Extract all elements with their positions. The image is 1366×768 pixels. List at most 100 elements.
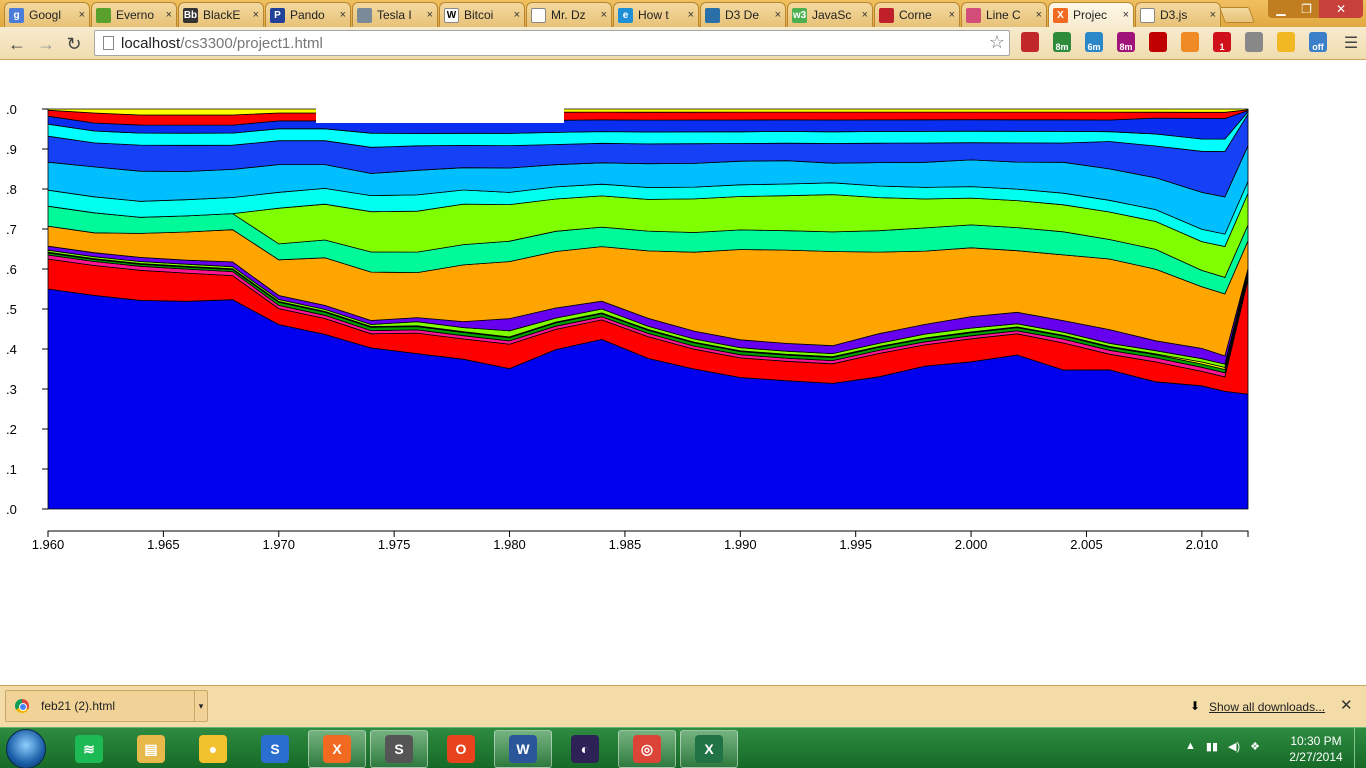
timer-ext-icon-3[interactable]: 8m bbox=[1117, 32, 1135, 52]
pandora-icon: P bbox=[270, 7, 285, 23]
sync-app-taskbar-button[interactable]: S bbox=[246, 730, 304, 768]
dropbox-icon[interactable]: ❖ bbox=[1250, 740, 1260, 753]
tab-3[interactable]: P Pando × bbox=[265, 2, 351, 27]
tab-title: How t bbox=[638, 8, 669, 22]
tab-5[interactable]: W Bitcoi × bbox=[439, 2, 525, 27]
page-icon bbox=[1140, 7, 1155, 23]
tab-close-icon[interactable]: × bbox=[775, 9, 781, 21]
tab-13[interactable]: D3.js × bbox=[1135, 2, 1221, 27]
adblock-ext-icon[interactable] bbox=[1149, 32, 1167, 52]
tab-close-icon[interactable]: × bbox=[949, 9, 955, 21]
timer-ext-icon-1[interactable]: 8m bbox=[1053, 32, 1071, 52]
sublime-text-taskbar-button[interactable]: S bbox=[370, 730, 428, 768]
tab-title: Projec bbox=[1073, 8, 1108, 22]
tab-close-icon[interactable]: × bbox=[253, 9, 259, 21]
tab-12[interactable]: X Projec × bbox=[1048, 2, 1134, 27]
x-axis: 1.960 1.965 1.970 1.975 1.980 1.985 1.990 1.995… bbox=[32, 530, 1249, 552]
blackboard-icon: Bb bbox=[183, 7, 198, 23]
tab-close-icon[interactable]: × bbox=[1036, 9, 1042, 21]
menu-icon: ☰ bbox=[1343, 35, 1359, 52]
wikipedia-icon: W bbox=[444, 7, 459, 23]
tab-title: Corne bbox=[899, 8, 932, 22]
new-tab-button[interactable] bbox=[1219, 7, 1255, 23]
xampp-taskbar-button[interactable]: X bbox=[308, 730, 366, 768]
tab-7[interactable]: e How t × bbox=[613, 2, 699, 27]
show-hidden-icons-icon[interactable]: ▲ bbox=[1185, 740, 1196, 753]
bookmark-ext-icon[interactable] bbox=[1021, 32, 1039, 52]
office-taskbar-button[interactable]: O bbox=[432, 730, 490, 768]
d3-icon bbox=[705, 7, 720, 23]
eclipse-taskbar-button[interactable]: ◐ bbox=[556, 730, 614, 768]
beetle-app-taskbar-button[interactable]: ● bbox=[184, 730, 242, 768]
tab-11[interactable]: Line C × bbox=[961, 2, 1047, 27]
tab-close-icon[interactable]: × bbox=[166, 9, 172, 21]
tab-close-icon[interactable]: × bbox=[427, 9, 433, 21]
close-download-shelf-button[interactable]: ✕ bbox=[1340, 696, 1353, 714]
tesla-icon bbox=[357, 7, 372, 23]
tab-1[interactable]: Everno × bbox=[91, 2, 177, 27]
forward-button[interactable]: → bbox=[35, 33, 57, 55]
address-bar[interactable]: localhost/cs3300/project1.html ☆ bbox=[94, 30, 1010, 56]
minimize-button[interactable]: ▁ bbox=[1268, 0, 1294, 18]
google-icon: g bbox=[9, 7, 24, 23]
feedly-ext-icon[interactable]: 1 bbox=[1213, 32, 1231, 52]
y-tick-label: .0 bbox=[6, 502, 17, 517]
tab-close-icon[interactable]: × bbox=[79, 9, 85, 21]
tab-title: Tesla I bbox=[377, 8, 412, 22]
tab-close-icon[interactable]: × bbox=[1210, 9, 1216, 21]
x-tick-label: 1.980 bbox=[493, 537, 526, 552]
tab-title: Everno bbox=[116, 8, 155, 22]
spotify-taskbar-button[interactable]: ≋ bbox=[60, 730, 118, 768]
clock-date: 2/27/2014 bbox=[1289, 750, 1343, 764]
start-button[interactable] bbox=[6, 729, 46, 768]
network-icon[interactable]: ▮▮ bbox=[1206, 740, 1218, 753]
x-tick-label: 1.985 bbox=[609, 537, 642, 552]
tab-9[interactable]: w3 JavaSc × bbox=[787, 2, 873, 27]
y-tick-label: .5 bbox=[6, 302, 17, 317]
chrome-menu-button[interactable]: ☰ bbox=[1340, 33, 1362, 55]
tab-close-icon[interactable]: × bbox=[1123, 9, 1129, 21]
reload-icon: ↻ bbox=[66, 34, 82, 54]
volume-icon[interactable]: ◀) bbox=[1228, 740, 1240, 753]
tab-6[interactable]: Mr. Dz × bbox=[526, 2, 612, 27]
tab-8[interactable]: D3 De × bbox=[700, 2, 786, 27]
reload-button[interactable]: ↻ bbox=[63, 33, 85, 55]
maximize-button[interactable]: ❐ bbox=[1294, 0, 1319, 18]
download-item[interactable]: feb21 (2).html ▾ bbox=[5, 690, 208, 722]
gear-ext-icon[interactable] bbox=[1245, 32, 1263, 52]
tab-10[interactable]: Corne × bbox=[874, 2, 960, 27]
chrome-taskbar-button[interactable]: ◎ bbox=[618, 730, 676, 768]
excel-taskbar-button[interactable]: X bbox=[680, 730, 738, 768]
y-tick-label: .6 bbox=[6, 262, 17, 277]
url-text[interactable]: localhost/cs3300/project1.html bbox=[121, 35, 323, 52]
tab-0[interactable]: g Googl × bbox=[4, 2, 90, 27]
tab-close-icon[interactable]: × bbox=[862, 9, 868, 21]
rss-ext-icon[interactable] bbox=[1181, 32, 1199, 52]
show-desktop-button[interactable] bbox=[1354, 728, 1366, 768]
weather-ext-icon[interactable] bbox=[1277, 32, 1295, 52]
word-taskbar-button[interactable]: W bbox=[494, 730, 552, 768]
download-menu-arrow-icon[interactable]: ▾ bbox=[194, 691, 207, 721]
chrome-icon: ◎ bbox=[633, 735, 661, 763]
tab-close-icon[interactable]: × bbox=[514, 9, 520, 21]
tab-close-icon[interactable]: × bbox=[340, 9, 346, 21]
x-axis-line bbox=[47, 530, 1249, 537]
bookmark-star-icon[interactable]: ☆ bbox=[989, 32, 1005, 53]
file-explorer-taskbar-button[interactable]: ▤ bbox=[122, 730, 180, 768]
taskbar: ≋ ▤ ● S X S O W ◐ ◎ X ▲ ▮▮ ◀) ❖ 10:30 PM 2/27/2014 bbox=[0, 727, 1366, 768]
tab-close-icon[interactable]: × bbox=[601, 9, 607, 21]
download-ext-icon[interactable]: off bbox=[1309, 32, 1327, 52]
show-all-downloads-link[interactable]: Show all downloads... bbox=[1209, 700, 1325, 714]
x-tick-label: 1.990 bbox=[724, 537, 757, 552]
close-window-button[interactable]: ✕ bbox=[1319, 0, 1363, 18]
tab-2[interactable]: Bb BlackE × bbox=[178, 2, 264, 27]
tab-close-icon[interactable]: × bbox=[688, 9, 694, 21]
tab-4[interactable]: Tesla I × bbox=[352, 2, 438, 27]
back-button[interactable]: ← bbox=[6, 33, 28, 55]
clock[interactable]: 10:30 PM 2/27/2014 bbox=[1284, 733, 1348, 765]
forward-arrow-icon: → bbox=[37, 34, 55, 54]
y-tick-label: .7 bbox=[6, 222, 17, 237]
chrome-file-icon bbox=[15, 699, 29, 713]
timer-ext-icon-2[interactable]: 6m bbox=[1085, 32, 1103, 52]
tab-title: Googl bbox=[29, 8, 62, 22]
